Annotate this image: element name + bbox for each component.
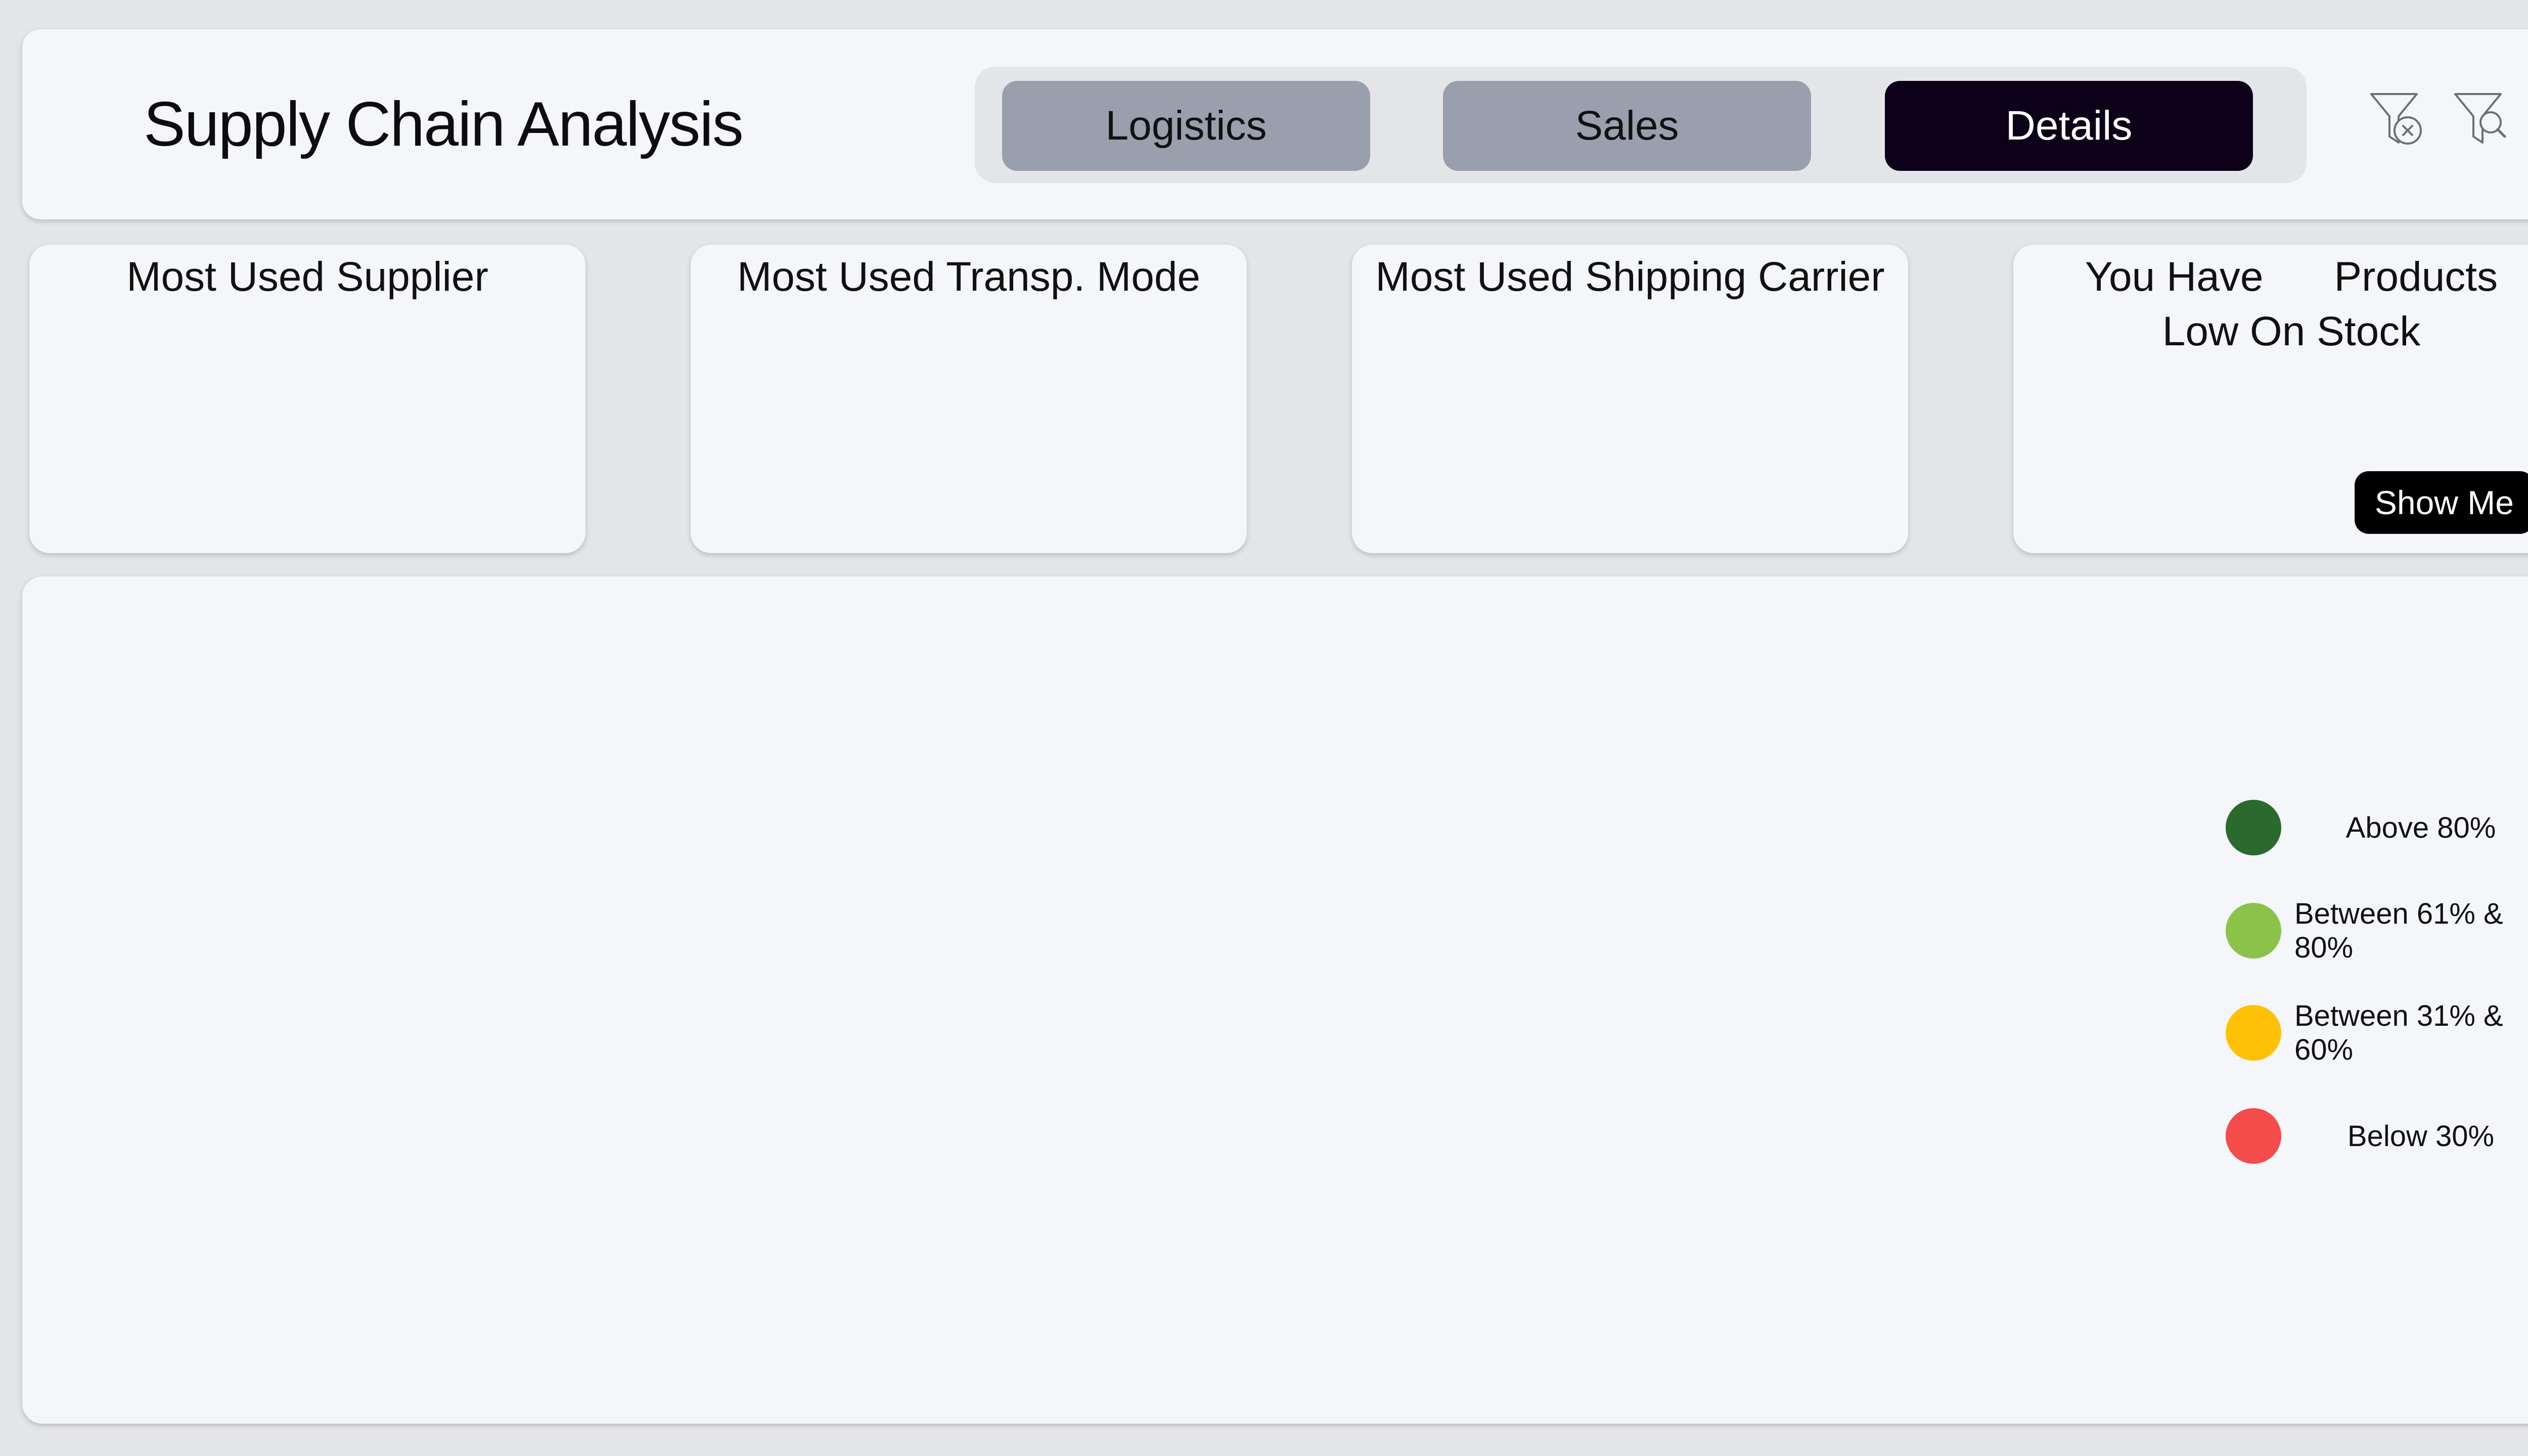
card-title: You Have Products Low On Stock (2044, 250, 2528, 359)
tab-details[interactable]: Details (1885, 81, 2253, 171)
legend-item-above-80: Above 80% (2203, 799, 2528, 856)
card-title: Most Used Transp. Mode (737, 254, 1201, 300)
main-visual-panel: Above 80% Between 61% & 80% Between 31% … (22, 576, 2528, 1424)
legend-label: Between 31% & 60% (2294, 999, 2503, 1066)
card-most-used-transport-mode: Most Used Transp. Mode (691, 245, 1247, 553)
tab-sales[interactable]: Sales (1443, 81, 1811, 171)
legend-item-31-60: Between 31% & 60% (2203, 999, 2528, 1066)
tab-strip: Logistics Sales Details (975, 67, 2307, 183)
page-title: Supply Chain Analysis (144, 89, 744, 159)
tab-logistics[interactable]: Logistics (1002, 81, 1370, 171)
legend-dot (2226, 903, 2281, 959)
legend-item-below-30: Below 30% (2203, 1107, 2528, 1165)
show-me-button[interactable]: Show Me (2354, 471, 2528, 534)
search-filter-icon[interactable] (2452, 90, 2508, 151)
header-bar: Supply Chain Analysis Logistics Sales De… (22, 29, 2528, 219)
legend-item-61-80: Between 61% & 80% (2203, 897, 2528, 964)
card-most-used-shipping-carrier: Most Used Shipping Carrier (1352, 245, 1908, 553)
legend-label: Between 61% & 80% (2294, 897, 2503, 964)
card-most-used-supplier: Most Used Supplier (29, 245, 585, 553)
legend-dot (2226, 800, 2281, 855)
legend-label: Below 30% (2347, 1119, 2495, 1153)
clear-filter-icon[interactable] (2368, 90, 2424, 151)
legend-dot (2226, 1005, 2281, 1061)
card-title: Most Used Supplier (126, 254, 488, 300)
card-title: Most Used Shipping Carrier (1375, 254, 1885, 300)
legend-label: Above 80% (2345, 811, 2496, 844)
legend-dot (2226, 1108, 2281, 1164)
card-low-stock: You Have Products Low On Stock Show Me (2013, 245, 2528, 553)
low-stock-title-lead: You Have (2085, 254, 2264, 300)
